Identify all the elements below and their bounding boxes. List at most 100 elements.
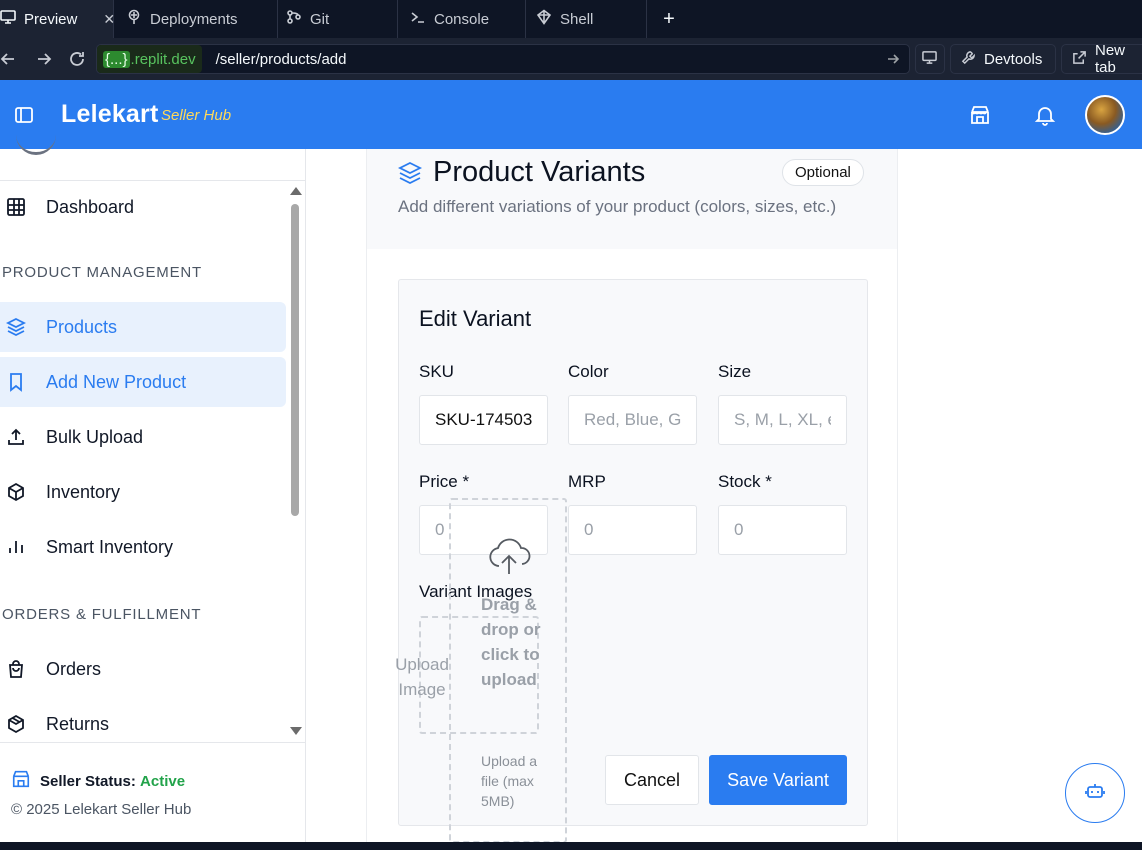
mrp-input[interactable] — [568, 505, 697, 555]
tab-label: Shell — [560, 10, 594, 28]
sidebar-item-label: Bulk Upload — [46, 426, 144, 447]
monitor-icon — [922, 50, 937, 69]
page-title: Product Variants — [433, 156, 646, 188]
open-new-tab-button[interactable]: New tab — [1061, 42, 1142, 76]
screen-size-button[interactable] — [915, 44, 945, 74]
sidebar-item-smart-inventory[interactable]: Smart Inventory — [0, 522, 286, 572]
tab-label: Deployments — [150, 10, 238, 28]
sidebar-item-label: Orders — [46, 658, 102, 679]
sidebar-item-label: Add New Product — [46, 371, 187, 392]
status-label: Seller Status: — [40, 772, 136, 790]
mrp-label: MRP — [568, 472, 606, 491]
tab-console[interactable]: Console — [398, 0, 526, 38]
sidebar-item-orders[interactable]: Orders — [0, 644, 286, 694]
sidebar-item-label: Dashboard — [46, 196, 135, 217]
back-arrow-icon[interactable] — [0, 38, 20, 80]
ide-bottom-bar — [0, 842, 1142, 850]
shopping-bag-icon — [6, 659, 26, 679]
size-label: Size — [718, 362, 752, 381]
sidebar-item-dashboard[interactable]: Dashboard — [0, 182, 286, 232]
cancel-button[interactable]: Cancel — [605, 755, 699, 805]
card-header: Product Variants Optional Add different … — [367, 149, 897, 249]
new-tab-button[interactable]: + — [647, 0, 691, 38]
tab-shell[interactable]: Shell — [526, 0, 647, 38]
sidebar-item-label: Products — [46, 316, 118, 337]
terminal-icon — [410, 9, 426, 29]
tab-label: Preview — [24, 10, 78, 28]
app-header: Lelekart Seller Hub — [0, 80, 1142, 149]
browser-url-row: {...} .replit.dev /seller/products/add D… — [0, 38, 1142, 80]
url-bar[interactable]: {...} .replit.dev /seller/products/add — [96, 44, 910, 74]
new-tab-label: New tab — [1095, 42, 1126, 76]
devtools-label: Devtools — [984, 50, 1043, 68]
sidebar-toggle-icon[interactable] — [14, 105, 34, 125]
go-arrow-icon[interactable] — [885, 51, 901, 67]
upload-icon — [6, 427, 26, 447]
layers-icon — [5, 317, 27, 337]
wrench-icon — [961, 50, 976, 69]
save-variant-button[interactable]: Save Variant — [709, 755, 847, 805]
color-label: Color — [568, 362, 609, 381]
store-icon — [11, 769, 31, 793]
box-icon — [6, 482, 26, 502]
sidebar-item-label: Inventory — [46, 481, 121, 502]
brand-subtitle: Seller Hub — [161, 107, 232, 124]
sku-label: SKU — [419, 362, 454, 381]
dropzone-text: Drag & drop or click to upload — [481, 595, 541, 689]
tab-label: Console — [434, 10, 490, 28]
sidebar-item-label: Returns — [46, 713, 110, 734]
stock-label: Stock * — [718, 472, 772, 491]
sidebar-scrollbar[interactable] — [289, 185, 302, 741]
grid-icon — [6, 197, 26, 217]
layers-icon — [397, 160, 423, 186]
sidebar-item-products[interactable]: Products — [0, 302, 286, 352]
cloud-upload-icon — [485, 532, 533, 580]
tab-deployments[interactable]: Deployments — [114, 0, 278, 38]
tab-preview[interactable]: Preview ✕ — [0, 0, 115, 38]
ide-tab-bar: Preview ✕ Deployments Git Console Shell … — [0, 0, 1142, 38]
git-icon — [286, 9, 302, 29]
domain-chip: {...} .replit.dev — [97, 45, 202, 73]
divider — [0, 180, 306, 181]
tab-label: Git — [310, 10, 330, 28]
product-variants-card: Product Variants Optional Add different … — [366, 149, 898, 843]
image-dropzone[interactable]: Drag & drop or click to upload Upload a … — [449, 498, 567, 843]
url-path: /seller/products/add — [215, 50, 347, 68]
scroll-down-arrow-icon[interactable] — [290, 727, 302, 735]
copyright-text: © 2025 Lelekart Seller Hub — [11, 801, 192, 818]
status-badge: Active — [140, 772, 186, 790]
scroll-up-arrow-icon[interactable] — [290, 187, 302, 195]
brand-logo[interactable]: Lelekart — [61, 100, 159, 129]
tab-git[interactable]: Git — [278, 0, 398, 38]
card-description: Add different variations of your product… — [398, 197, 837, 216]
monitor-icon — [0, 9, 16, 29]
bookmark-icon — [6, 372, 26, 392]
scrollbar-thumb[interactable] — [291, 204, 299, 516]
size-input[interactable] — [718, 395, 847, 445]
domain-suffix: .replit.dev — [130, 50, 196, 68]
bot-icon — [1084, 780, 1106, 807]
external-link-icon — [1072, 50, 1087, 69]
reload-icon[interactable] — [60, 38, 94, 80]
sidebar: Dashboard PRODUCT MANAGEMENT Products Ad… — [0, 149, 306, 842]
domain-prefix: {...} — [103, 50, 130, 68]
sidebar-item-bulk-upload[interactable]: Bulk Upload — [0, 412, 286, 462]
section-heading: ORDERS & FULFILLMENT — [2, 606, 202, 623]
forward-arrow-icon[interactable] — [26, 38, 60, 80]
sidebar-footer: Seller Status: Active © 2025 Lelekart Se… — [0, 742, 306, 842]
sku-input[interactable] — [419, 395, 548, 445]
sidebar-item-add-new-product[interactable]: Add New Product — [0, 357, 286, 407]
devtools-button[interactable]: Devtools — [950, 44, 1056, 74]
bar-chart-icon — [6, 537, 26, 557]
store-icon[interactable] — [969, 104, 991, 126]
form-title: Edit Variant — [419, 306, 532, 331]
optional-badge: Optional — [782, 159, 864, 186]
color-input[interactable] — [568, 395, 697, 445]
stock-input[interactable] — [718, 505, 847, 555]
edit-variant-form: Edit Variant SKU Color Size Price * MRP … — [395, 279, 868, 843]
deploy-icon — [126, 9, 142, 29]
avatar[interactable] — [1085, 95, 1125, 135]
bell-icon[interactable] — [1034, 104, 1056, 126]
sidebar-item-inventory[interactable]: Inventory — [0, 467, 286, 517]
assistant-button[interactable] — [1065, 763, 1125, 823]
